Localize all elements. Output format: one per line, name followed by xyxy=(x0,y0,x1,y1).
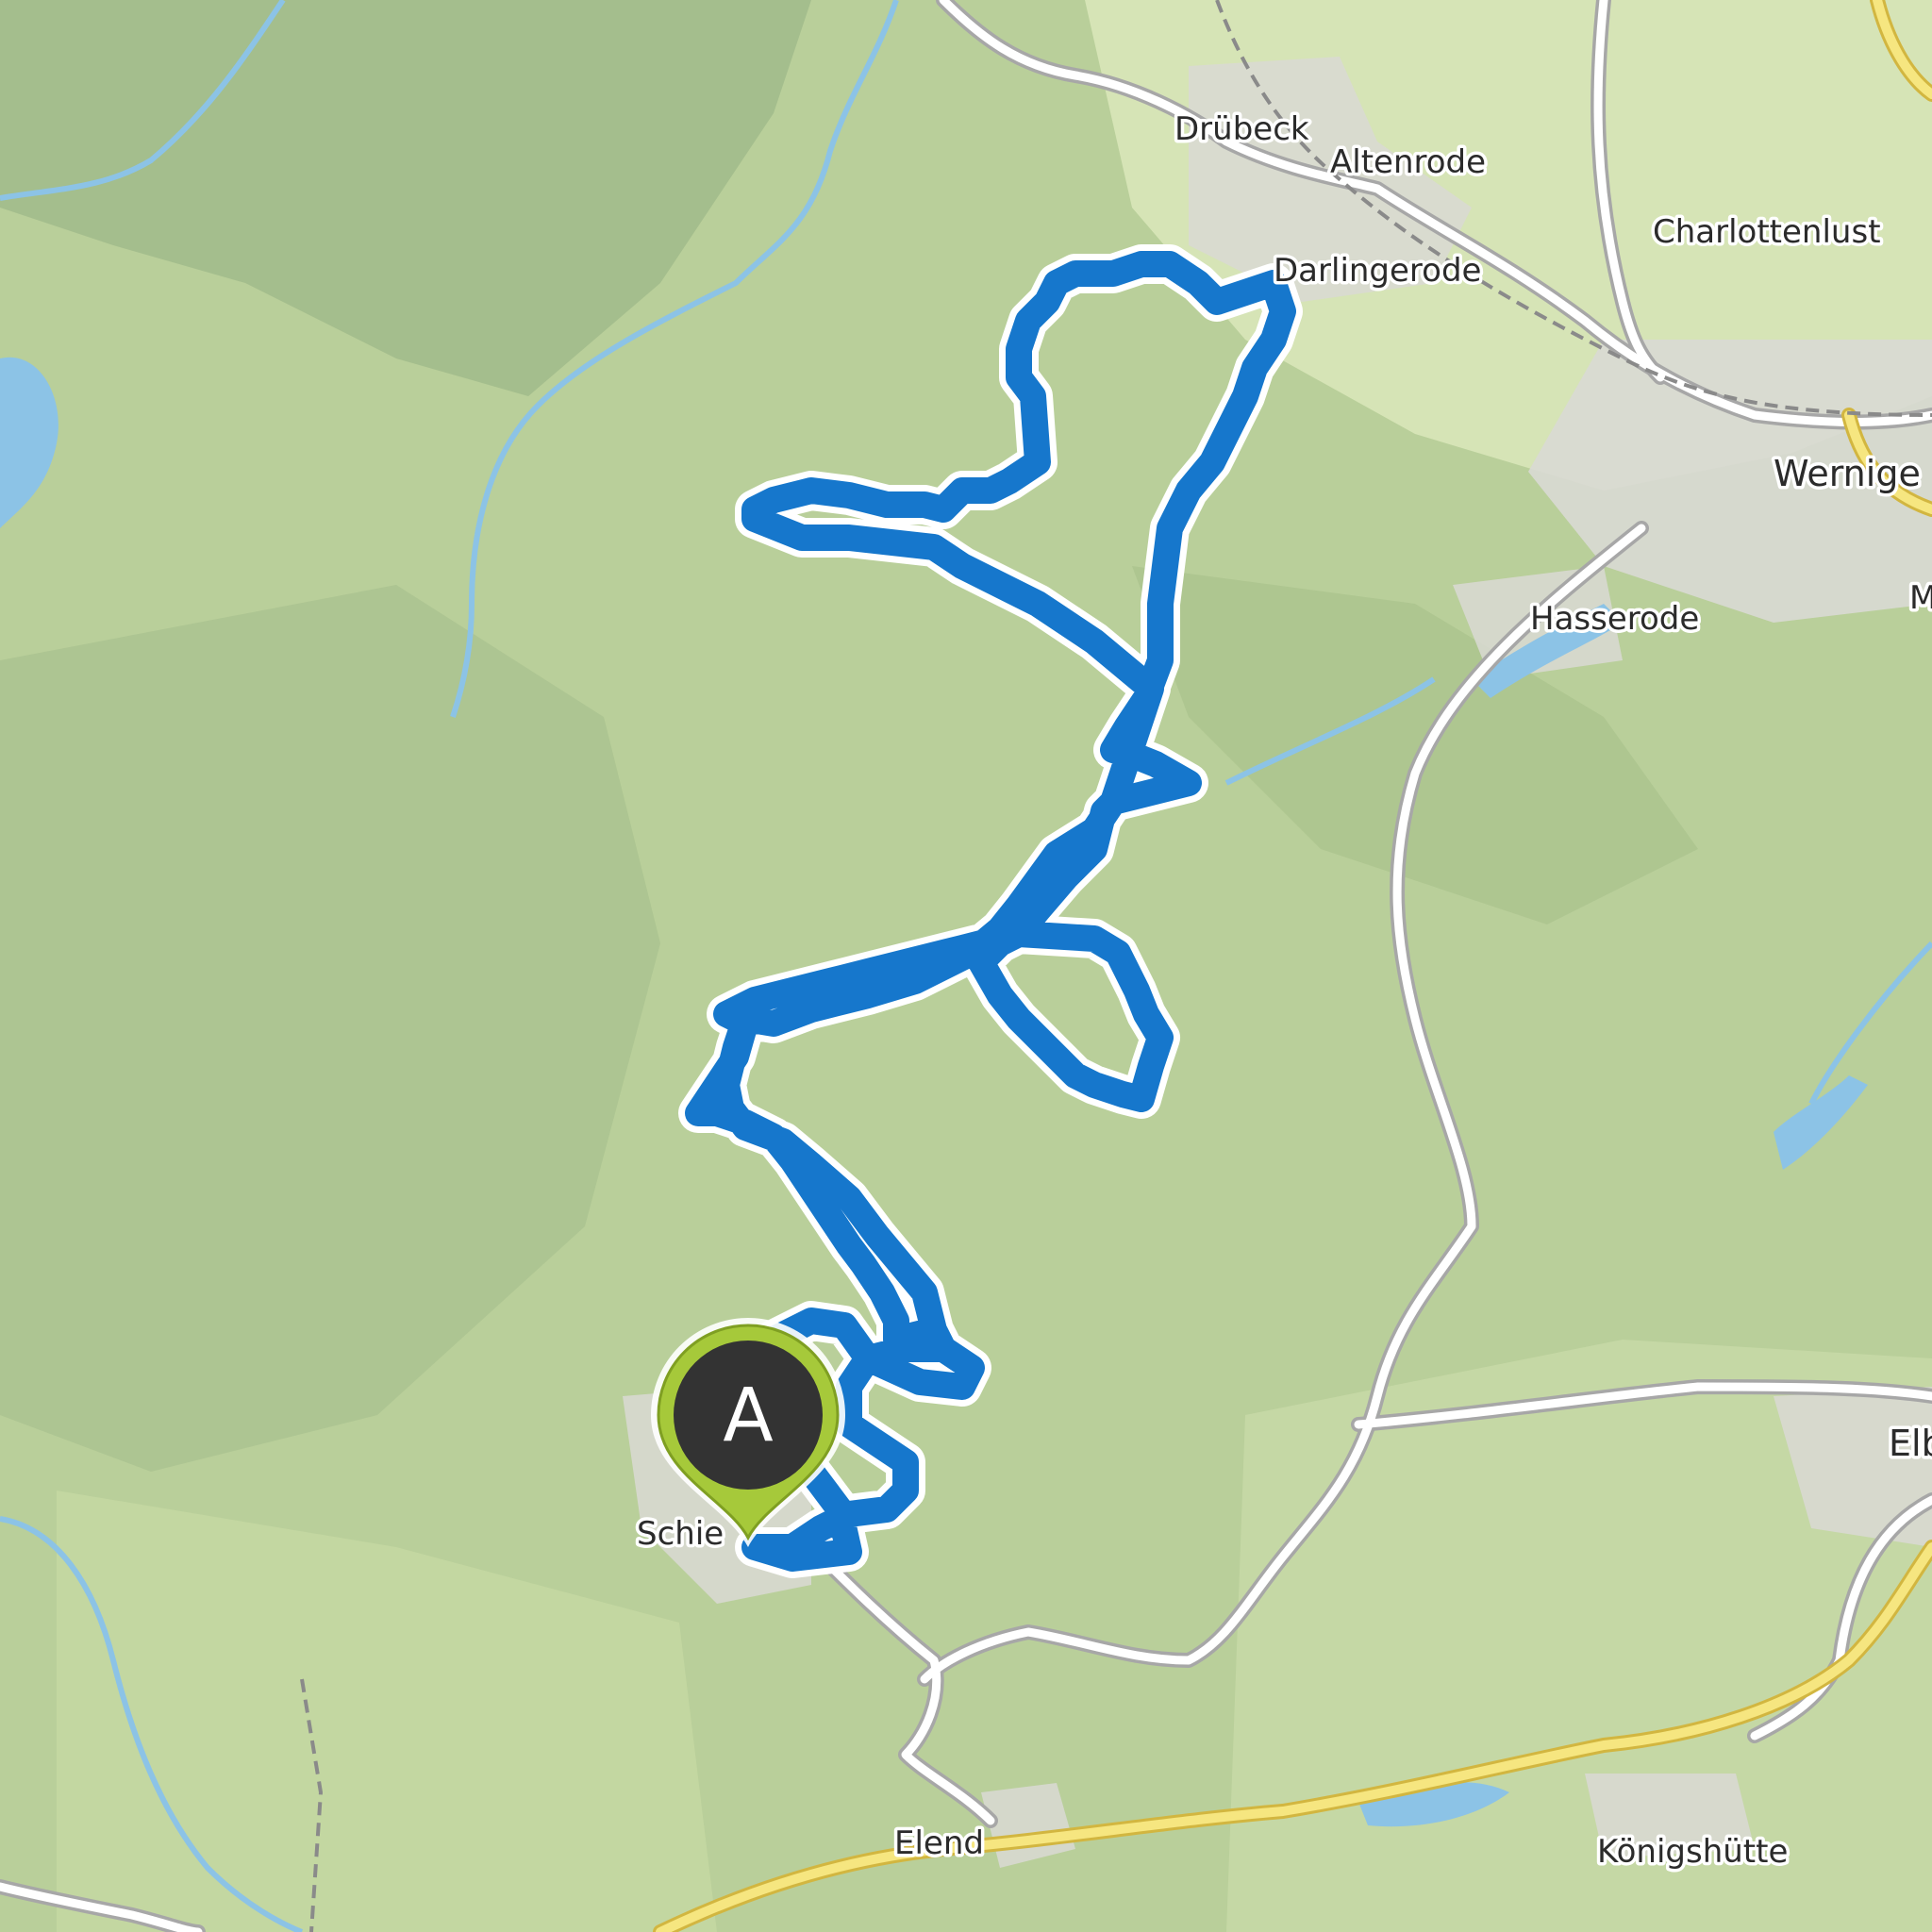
place-label-koenigshuette: Königshütte xyxy=(1597,1833,1788,1871)
place-label-darlingerode: Darlingerode xyxy=(1274,252,1481,290)
start-marker-letter: A xyxy=(723,1374,773,1458)
place-label-schierke: Schie xyxy=(637,1515,724,1553)
place-label-druebeck: Drübeck xyxy=(1174,110,1309,148)
place-label-charlottenlust: Charlottenlust xyxy=(1653,213,1881,251)
map-canvas[interactable]: Drübeck Altenrode Charlottenlust Darling… xyxy=(0,0,1932,1932)
place-label-elend: Elend xyxy=(894,1824,984,1862)
place-label-m: M xyxy=(1909,579,1932,617)
place-label-wernigerode: Wernige xyxy=(1774,453,1921,494)
place-label-hasserode: Hasserode xyxy=(1530,600,1699,638)
place-label-altenrode: Altenrode xyxy=(1330,143,1486,181)
place-label-elbingerode: Elbin xyxy=(1889,1423,1932,1464)
map-view[interactable]: Drübeck Altenrode Charlottenlust Darling… xyxy=(0,0,1932,1932)
